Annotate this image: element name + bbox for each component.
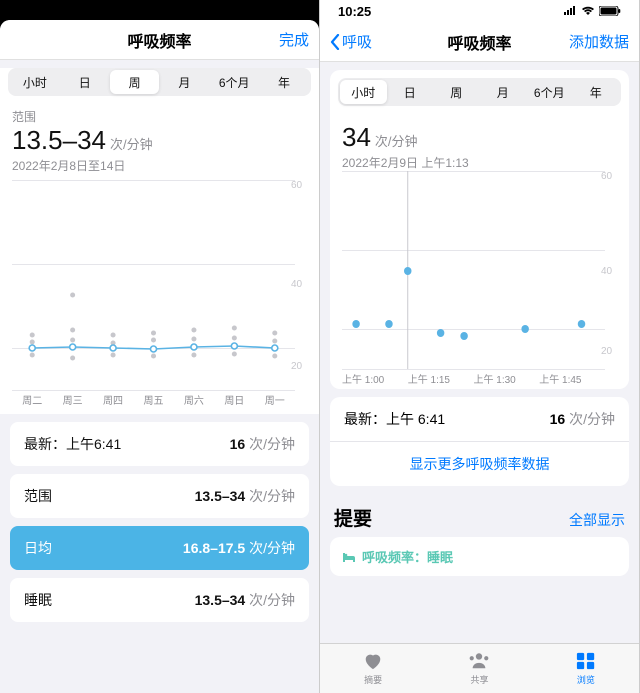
chart-card: 小时 日 周 月 6个月 年 34 次/分钟 2022年2月9日 上午1:13 [330, 70, 629, 389]
stat-row-daily-avg[interactable]: 日均 16.8–17.5 次/分钟 [10, 526, 309, 570]
tab-browse[interactable]: 浏览 [533, 644, 639, 693]
xtick: 周六 [174, 392, 214, 410]
row-label: 日均 [24, 538, 52, 558]
seg-6month[interactable]: 6个月 [526, 80, 573, 104]
stat-row-latest[interactable]: 最新：上午6:41 16 次/分钟 [10, 422, 309, 466]
seg-week[interactable]: 周 [110, 70, 160, 94]
row-value: 13.5–34 [195, 592, 246, 608]
tab-label: 摘要 [364, 673, 382, 686]
seg-year[interactable]: 年 [259, 70, 309, 94]
seg-6month[interactable]: 6个月 [209, 70, 259, 94]
xtick: 周三 [52, 392, 92, 410]
hour-chart[interactable]: 60 40 20 [342, 171, 629, 389]
xtick: 上午 1:30 [474, 371, 540, 389]
metric-header: 范围 13.5–34 次/分钟 2022年2月8日至14日 [0, 104, 319, 180]
add-data-button[interactable]: 添加数据 [569, 31, 629, 52]
seg-week[interactable]: 周 [433, 80, 480, 104]
xtick: 上午 1:45 [539, 371, 605, 389]
time-range-segmented[interactable]: 小时 日 周 月 6个月 年 [338, 78, 621, 106]
grid-icon [575, 651, 597, 671]
time-range-segmented[interactable]: 小时 日 周 月 6个月 年 [8, 68, 311, 96]
back-button[interactable]: 呼吸 [330, 31, 372, 52]
people-icon [468, 651, 490, 671]
xtick: 周日 [214, 392, 254, 410]
row-unit: 次/分钟 [249, 488, 295, 504]
xtick: 周四 [93, 392, 133, 410]
row-label: 范围 [24, 486, 52, 506]
tab-label: 共享 [470, 673, 488, 686]
metric-unit: 次/分钟 [375, 131, 418, 150]
tab-bar: 摘要 共享 浏览 [320, 643, 639, 693]
bed-icon [342, 551, 356, 563]
metric-timestamp: 2022年2月9日 上午1:13 [342, 154, 617, 171]
row-unit: 次/分钟 [249, 540, 295, 556]
seg-day[interactable]: 日 [60, 70, 110, 94]
seg-hour[interactable]: 小时 [10, 70, 60, 94]
highlights-header: 提要 全部显示 [320, 490, 639, 535]
xtick: 上午 1:15 [408, 371, 474, 389]
row-value: 13.5–34 [195, 488, 246, 504]
show-more-link[interactable]: 显示更多呼吸频率数据 [330, 441, 629, 486]
metric-unit: 次/分钟 [110, 134, 153, 153]
xtick: 周五 [133, 392, 173, 410]
status-bar: 10:25 [320, 0, 639, 22]
metric-header: 34 次/分钟 2022年2月9日 上午1:13 [330, 114, 629, 171]
highlight-sleep-card[interactable]: 呼吸频率：睡眠 [330, 537, 629, 576]
seg-month[interactable]: 月 [480, 80, 527, 104]
status-time: 10:26 [18, 4, 51, 19]
section-title: 提要 [334, 504, 372, 531]
highlight-label: 呼吸频率：睡眠 [362, 547, 453, 566]
latest-value: 16 [550, 411, 566, 427]
latest-unit: 次/分钟 [569, 411, 615, 427]
status-indicators [563, 6, 621, 16]
xtick: 周二 [12, 392, 52, 410]
week-chart[interactable]: 60 40 20 [12, 180, 319, 410]
back-label: 呼吸 [342, 31, 372, 52]
latest-label: 最新：上午 6:41 [344, 409, 445, 429]
stat-row-range[interactable]: 范围 13.5–34 次/分钟 [10, 474, 309, 518]
row-label: 睡眠 [24, 590, 52, 610]
show-all-link[interactable]: 全部显示 [569, 510, 625, 530]
chevron-left-icon [330, 34, 340, 50]
status-bar: 10:26 [0, 0, 319, 22]
page-title: 呼吸频率 [0, 28, 319, 52]
row-value: 16 [230, 436, 246, 452]
row-label: 最新：上午6:41 [24, 434, 121, 454]
seg-month[interactable]: 月 [159, 70, 209, 94]
seg-year[interactable]: 年 [573, 80, 620, 104]
status-indicators [243, 6, 301, 16]
nav-bar: 呼吸 呼吸频率 添加数据 [320, 22, 639, 62]
metric-value: 34 [342, 122, 371, 153]
xtick: 周一 [255, 392, 295, 410]
xtick: 上午 1:00 [342, 371, 408, 389]
metric-value: 13.5–34 [12, 125, 106, 156]
done-button[interactable]: 完成 [279, 29, 309, 50]
tab-sharing[interactable]: 共享 [426, 644, 532, 693]
row-unit: 次/分钟 [249, 436, 295, 452]
row-value: 16.8–17.5 [183, 540, 245, 556]
metric-date: 2022年2月8日至14日 [12, 157, 307, 174]
seg-hour[interactable]: 小时 [340, 80, 387, 104]
heart-icon [362, 651, 384, 671]
stat-row-sleep[interactable]: 睡眠 13.5–34 次/分钟 [10, 578, 309, 622]
seg-day[interactable]: 日 [387, 80, 434, 104]
row-unit: 次/分钟 [249, 592, 295, 608]
metric-type-label: 范围 [12, 108, 307, 125]
status-time: 10:25 [338, 4, 371, 19]
latest-card: 最新：上午 6:41 16 次/分钟 显示更多呼吸频率数据 [330, 397, 629, 486]
tab-label: 浏览 [577, 673, 595, 686]
nav-bar: 呼吸频率 完成 [0, 20, 319, 60]
tab-summary[interactable]: 摘要 [320, 644, 426, 693]
